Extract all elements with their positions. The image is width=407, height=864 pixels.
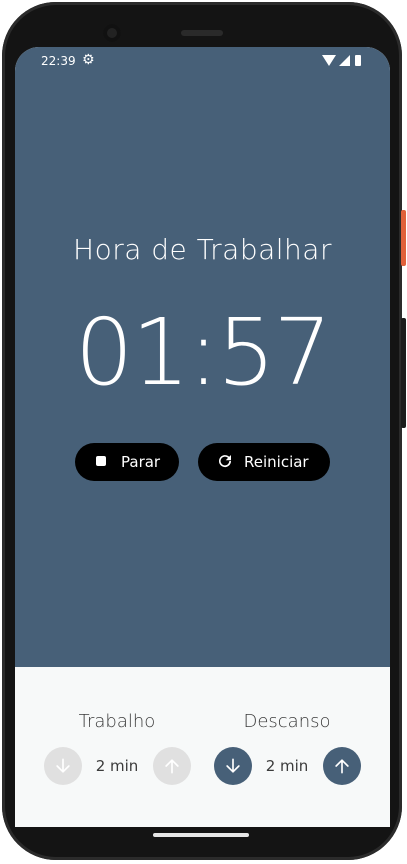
rest-increase-button[interactable]	[323, 747, 361, 785]
home-indicator[interactable]	[153, 833, 249, 837]
status-icons	[322, 55, 366, 67]
restart-button[interactable]: Reiniciar	[198, 443, 330, 481]
timer-panel: 22:39 ⚙ Hora de Trabalhar 01:57 Parar Re…	[15, 47, 390, 667]
earpiece-speaker	[181, 30, 223, 36]
battery-icon	[355, 55, 361, 66]
arrow-down-icon	[56, 758, 70, 773]
work-duration-value: 2 min	[95, 757, 139, 775]
work-increase-button[interactable]	[153, 747, 191, 785]
countdown-display: 01:57	[74, 299, 332, 406]
arrow-up-icon	[165, 759, 179, 774]
arrow-up-icon	[335, 759, 349, 774]
work-decrease-button[interactable]	[44, 747, 82, 785]
rest-duration-value: 2 min	[265, 757, 309, 775]
rest-decrease-button[interactable]	[214, 747, 252, 785]
phone-device: 22:39 ⚙ Hora de Trabalhar 01:57 Parar Re…	[0, 0, 407, 864]
volume-button	[401, 318, 406, 428]
work-duration-label: Trabalho	[78, 711, 156, 732]
signal-icon	[339, 55, 350, 66]
refresh-icon	[219, 455, 232, 468]
stop-button[interactable]: Parar	[75, 443, 179, 481]
power-button	[401, 210, 406, 266]
arrow-down-icon	[226, 758, 240, 773]
settings-panel: Trabalho Descanso 2 min 2 min	[15, 667, 390, 827]
front-camera	[103, 24, 121, 42]
app-screen: 22:39 ⚙ Hora de Trabalhar 01:57 Parar Re…	[15, 47, 390, 827]
rest-duration-label: Descanso	[243, 711, 331, 732]
wifi-icon	[322, 55, 336, 66]
session-title: Hora de Trabalhar	[73, 233, 332, 266]
stop-button-label: Parar	[121, 453, 161, 471]
status-time: 22:39	[41, 54, 76, 68]
restart-button-label: Reiniciar	[244, 453, 309, 471]
stop-icon	[96, 456, 106, 466]
status-bar: 22:39 ⚙	[15, 47, 390, 75]
gear-icon: ⚙	[82, 52, 95, 68]
